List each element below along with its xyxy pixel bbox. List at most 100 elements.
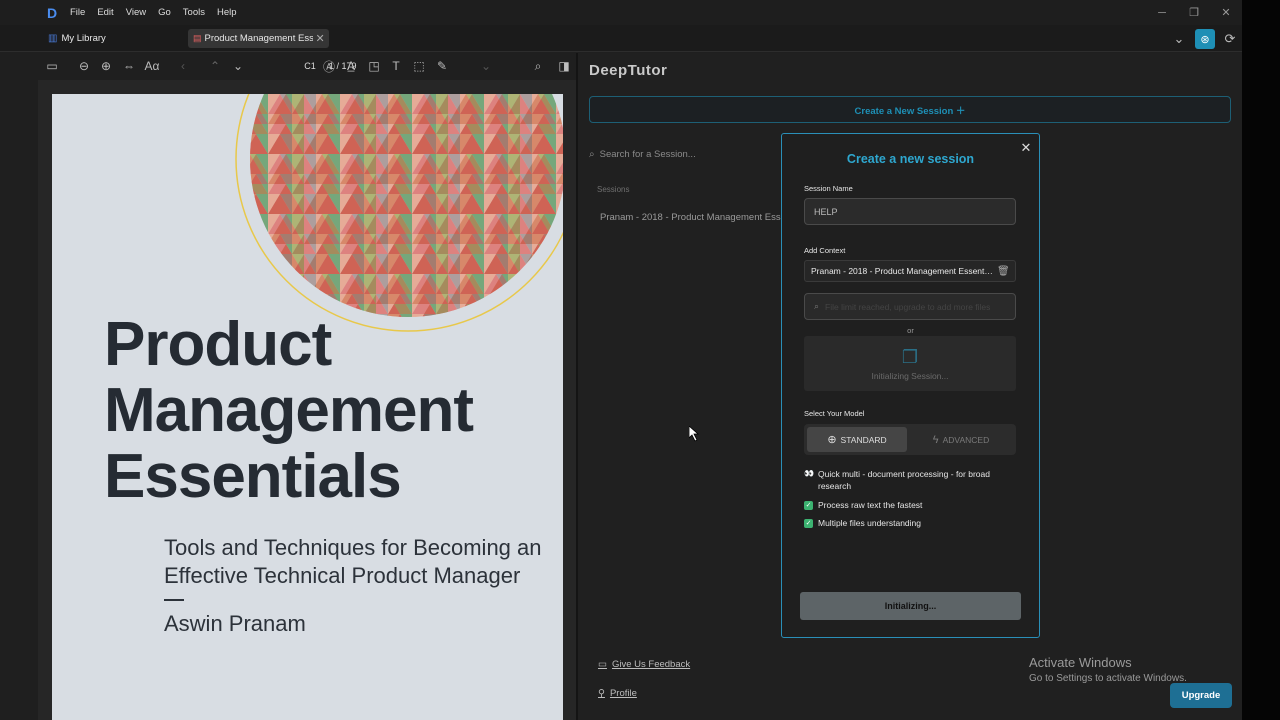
initializing-button[interactable]: Initializing...: [800, 592, 1021, 620]
reader-area[interactable]: Product Management Essentials Tools and …: [38, 80, 576, 720]
tab-bar: ▥ My Library ▤ Product Management Essent…: [0, 25, 1242, 52]
tab-my-library[interactable]: ▥ My Library: [44, 29, 110, 48]
menu-go[interactable]: Go: [158, 7, 171, 18]
session-item[interactable]: Pranam - 2018 - Product Management Essen…: [600, 212, 785, 223]
menu-tools[interactable]: Tools: [183, 7, 205, 18]
book-cover: Product Management Essentials Tools and …: [52, 94, 563, 720]
menu-bar: D File Edit View Go Tools Help ─ ❐ ✕: [0, 0, 1242, 25]
text-select-icon[interactable]: Ⓐ: [319, 56, 339, 76]
create-session-modal: ✕ Create a new session Session Name HELP…: [781, 133, 1040, 638]
cover-mosaic-image: [235, 94, 563, 332]
activate-windows-watermark: Activate Windows Go to Settings to activ…: [1029, 655, 1187, 684]
area-select-icon[interactable]: ⬚: [409, 56, 429, 76]
feature-text: Quick multi - document processing - for …: [818, 469, 990, 491]
model-toggle: ⊕ STANDARD ϟ ADVANCED: [804, 424, 1016, 455]
session-name-input[interactable]: HELP: [804, 198, 1016, 225]
user-icon: ⚲: [598, 688, 605, 699]
or-label: or: [907, 326, 914, 335]
upload-dropzone[interactable]: ❐ Initializing Session...: [804, 336, 1016, 391]
session-search-placeholder: Search for a Session...: [599, 148, 696, 160]
menu-file[interactable]: File: [70, 7, 85, 18]
check-icon: ✓: [804, 519, 813, 528]
tab-document-label: Product Management Essentials: [204, 33, 313, 44]
book-subtitle: Tools and Techniques for Becoming an Eff…: [164, 534, 542, 590]
app-logo-icon: D: [46, 4, 58, 21]
trash-icon[interactable]: 🗑: [997, 266, 1010, 277]
book-author: Aswin Pranam: [164, 611, 306, 636]
pdf-icon: ▤: [193, 33, 202, 43]
book-subtitle-line: Effective Technical Product Manager: [164, 563, 521, 588]
deeptutor-logo: DeepTutor: [589, 62, 667, 79]
menu-view[interactable]: View: [126, 7, 146, 18]
search-icon[interactable]: ⌕: [528, 56, 548, 76]
feedback-link[interactable]: ▭ Give Us Feedback: [598, 659, 690, 670]
highlight-icon[interactable]: A̲: [341, 56, 361, 76]
select-model-label: Select Your Model: [804, 409, 865, 418]
upgrade-button[interactable]: Upgrade: [1170, 683, 1232, 708]
chevron-down-icon[interactable]: ⌄: [1169, 29, 1189, 49]
book-title-line: Management: [104, 376, 474, 445]
feature-item: 👀 Quick multi - document processing - fo…: [804, 468, 1016, 492]
fit-width-icon[interactable]: ⇔: [119, 56, 139, 76]
session-search[interactable]: ⌕ Search for a Session...: [589, 143, 779, 165]
eyes-icon: 👀: [804, 469, 814, 478]
reader-toolbar: ▭ ⊖ ⊕ ⇔ Aα ‹ ⌃ ⌄ C1 1 / 179 Ⓐ A̲ ◳ T ⬚ ✎…: [38, 53, 576, 79]
lightning-icon: ϟ: [932, 433, 939, 446]
deeptutor-logo-text: DeepTutor: [589, 62, 668, 79]
context-file-name: Pranam - 2018 - Product Management Essen…: [811, 266, 993, 276]
book-title-line: Essentials: [104, 442, 402, 511]
model-advanced-label: ADVANCED: [942, 434, 990, 445]
book-title: Product Management Essentials: [104, 310, 474, 511]
feature-item: ✓ Process raw text the fastest: [804, 499, 1016, 511]
feature-item: ✓ Multiple files understanding: [804, 517, 1016, 529]
font-size-icon[interactable]: Aα: [142, 56, 162, 76]
note-icon[interactable]: ◳: [364, 56, 384, 76]
close-window-icon[interactable]: ✕: [1210, 0, 1242, 25]
book-subtitle-line: Tools and Techniques for Becoming an: [164, 535, 542, 560]
check-icon: ✓: [804, 501, 813, 510]
zoom-in-icon[interactable]: ⊕: [96, 56, 116, 76]
right-sidebar-icon[interactable]: ◨: [554, 56, 574, 76]
search-icon: ⌕: [814, 301, 820, 311]
tab-document[interactable]: ▤ Product Management Essentials ✕: [188, 29, 329, 48]
restore-icon[interactable]: ❐: [1178, 0, 1210, 25]
app-window: D File Edit View Go Tools Help ─ ❐ ✕ ▥ M…: [0, 0, 1242, 720]
book-title-line: Product: [104, 310, 332, 379]
sidebar-toggle-icon[interactable]: ▭: [42, 56, 62, 76]
create-session-button[interactable]: Create a New Session ＋: [589, 96, 1231, 123]
next-page-icon[interactable]: ⌄: [228, 56, 248, 76]
draw-icon[interactable]: ✎: [432, 56, 452, 76]
context-search-placeholder: File limit reached, upgrade to add more …: [825, 301, 991, 312]
search-icon: ⌕: [589, 148, 595, 160]
text-icon[interactable]: T: [386, 56, 406, 76]
back-icon[interactable]: ‹: [173, 56, 193, 76]
library-icon: ▥: [48, 33, 58, 44]
context-file-item: Pranam - 2018 - Product Management Essen…: [804, 260, 1016, 282]
feature-text: Multiple files understanding: [818, 518, 922, 528]
model-standard-label: STANDARD: [840, 434, 887, 445]
file-upload-icon: ❐: [901, 346, 919, 367]
chat-icon: ▭: [598, 659, 607, 670]
screen-edge: [1242, 0, 1280, 720]
tab-my-library-label: My Library: [61, 33, 106, 44]
close-tab-icon[interactable]: ✕: [316, 32, 325, 45]
sessions-label: Sessions: [597, 185, 630, 194]
add-context-label: Add Context: [804, 246, 846, 255]
menu-help[interactable]: Help: [217, 7, 237, 18]
sync-icon[interactable]: ⟳: [1220, 29, 1240, 49]
plus-circle-icon: ⊕: [827, 434, 837, 446]
dropdown-icon[interactable]: ⌄: [476, 56, 496, 76]
feedback-label: Give Us Feedback: [611, 659, 691, 670]
activate-windows-subtitle: Go to Settings to activate Windows.: [1029, 673, 1187, 684]
profile-link[interactable]: ⚲ Profile: [598, 688, 637, 699]
menu-edit[interactable]: Edit: [97, 7, 113, 18]
minimize-icon[interactable]: ─: [1146, 0, 1178, 25]
profile-label: Profile: [609, 688, 637, 699]
previous-page-icon[interactable]: ⌃: [205, 56, 225, 76]
upload-status: Initializing Session...: [871, 370, 949, 381]
context-search-input[interactable]: ⌕ File limit reached, upgrade to add mor…: [804, 293, 1016, 320]
zoom-out-icon[interactable]: ⊖: [74, 56, 94, 76]
deeptutor-toggle-icon[interactable]: ⊛: [1195, 29, 1215, 49]
model-standard-option[interactable]: ⊕ STANDARD: [807, 427, 907, 452]
model-advanced-option[interactable]: ϟ ADVANCED: [911, 427, 1011, 452]
